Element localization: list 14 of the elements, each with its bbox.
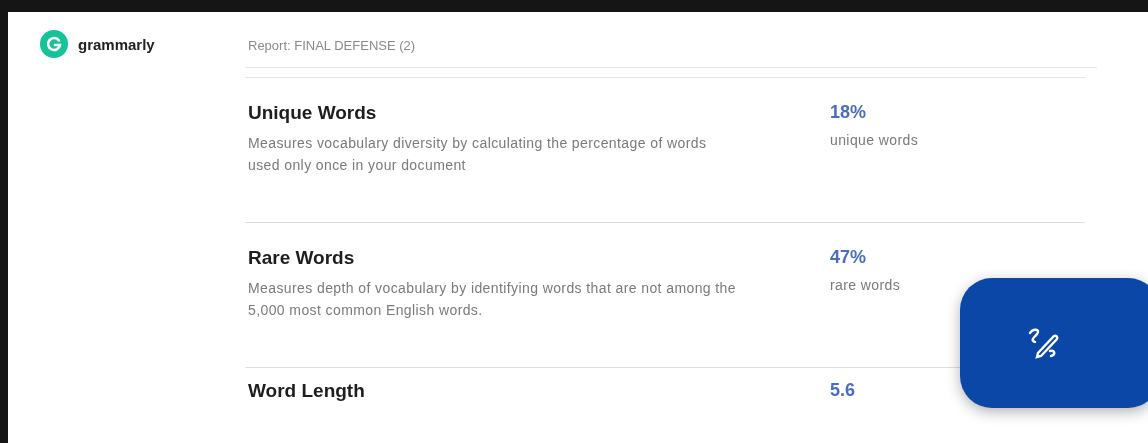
metric-description: Measures depth of vocabulary by identifying words that are not among the 5,000 most common English words.: [248, 279, 737, 320]
report-title: Report: FINAL DEFENSE (2): [247, 38, 417, 53]
compose-button[interactable]: [960, 278, 1148, 408]
grammarly-logo-icon: [40, 30, 68, 58]
metric-title: Word Length: [248, 380, 366, 402]
metric-unit: unique words: [830, 132, 919, 148]
brand-name: grammarly: [78, 35, 155, 53]
metric-value: 5.6: [830, 380, 856, 401]
metric-value: 47%: [830, 247, 868, 268]
metric-unit: rare words: [830, 277, 901, 293]
metric-title: Rare Words: [248, 247, 356, 269]
metric-value: 18%: [830, 102, 868, 123]
metric-title: Unique Words: [248, 102, 378, 124]
metric-description: Measures vocabulary diversity by calculating the percentage of words used only once in your document: [248, 134, 708, 175]
